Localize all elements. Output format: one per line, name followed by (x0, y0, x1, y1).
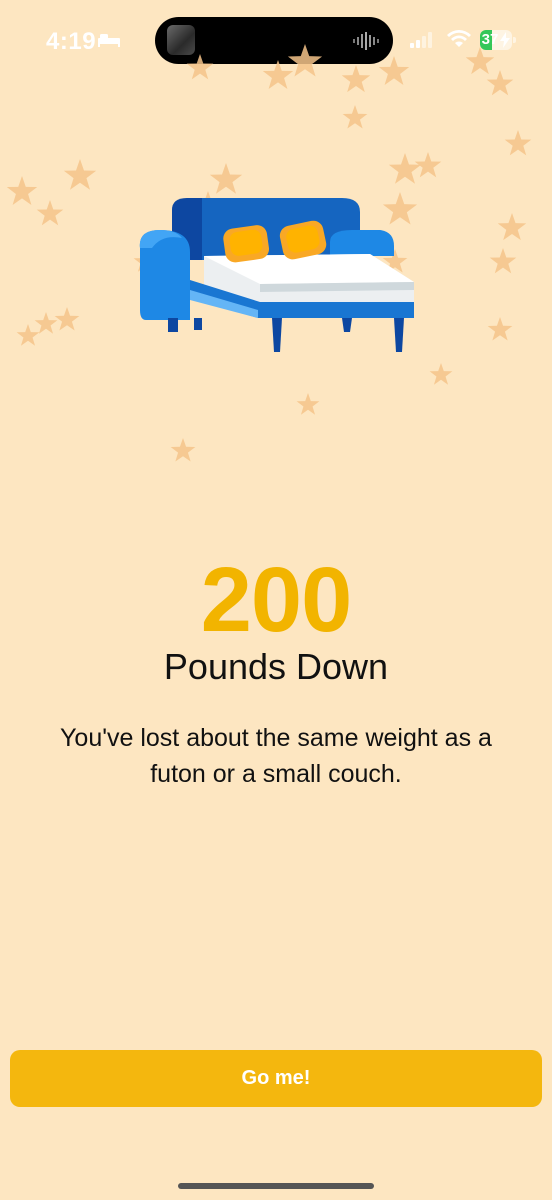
couch-icon (139, 198, 414, 352)
milestone-number: 200 (200, 549, 353, 651)
go-me-button[interactable]: Go me! (10, 1050, 542, 1107)
milestone-title: Pounds Down (163, 646, 389, 687)
home-indicator[interactable] (178, 1183, 374, 1189)
milestone-description: You've lost about the same weight as a f… (60, 724, 492, 788)
